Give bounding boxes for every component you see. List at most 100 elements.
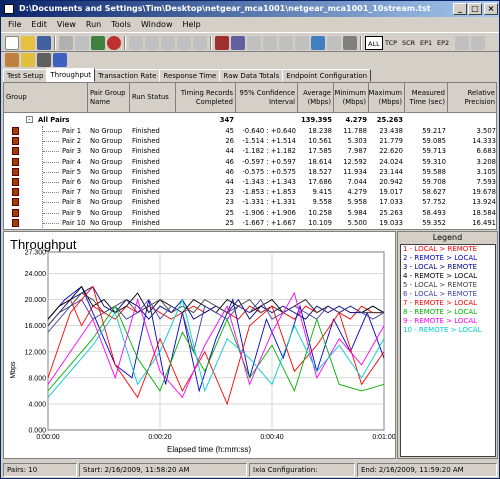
table-row[interactable]: Pair 5 No Group Finished 46 -0.575 : +0.575 1… — [4, 167, 496, 177]
open-icon[interactable] — [21, 36, 35, 50]
folder-icon[interactable] — [21, 53, 35, 67]
menu-help[interactable]: Help — [177, 20, 205, 29]
runner-icon[interactable] — [37, 53, 51, 67]
minimize-button[interactable]: _ — [453, 3, 467, 15]
pair-name: Pair 7 — [62, 188, 82, 197]
table-row[interactable]: Pair 8 No Group Finished 23 -1.331 : +1.331 9… — [4, 197, 496, 207]
menu-tools[interactable]: Tools — [106, 20, 136, 29]
filter-ep2-button[interactable]: EP2 — [435, 36, 451, 50]
col-maximum[interactable]: Maximum (Mbps) — [369, 83, 405, 113]
cell-records: 45 — [225, 127, 234, 135]
table-row[interactable]: Pair 7 No Group Finished 23 -1.853 : +1.853 9… — [4, 187, 496, 197]
cut-icon[interactable] — [59, 36, 73, 50]
tab-response-time[interactable]: Response Time — [159, 69, 221, 82]
endpoint-icon[interactable] — [5, 53, 19, 67]
table-row[interactable]: Pair 3 No Group Finished 44 -1.182 : +1.182 1… — [4, 146, 496, 156]
chart-icon[interactable] — [311, 36, 325, 50]
save-icon[interactable] — [37, 36, 51, 50]
legend-item[interactable]: 6 - LOCAL > REMOTE — [401, 290, 495, 299]
y-tick-label: 4.000 — [28, 401, 46, 408]
close-button[interactable]: × — [484, 3, 498, 15]
legend-item[interactable]: 8 - REMOTE > LOCAL — [401, 308, 495, 317]
export-icon[interactable] — [295, 36, 309, 50]
pair-name: Pair 8 — [62, 198, 82, 207]
legend-item[interactable]: 7 - REMOTE > LOCAL — [401, 299, 495, 308]
col-relative-precision[interactable]: Relative Precision — [448, 83, 496, 113]
link-icon[interactable] — [231, 36, 245, 50]
edit-icon[interactable] — [161, 36, 175, 50]
legend-item[interactable]: 5 - LOCAL > REMOTE — [401, 281, 495, 290]
cell-time: 59.310 — [422, 157, 446, 166]
table-row[interactable]: Pair 1 No Group Finished 45 -0.640 : +0.640 1… — [4, 126, 496, 136]
menu-file[interactable]: File — [3, 20, 26, 29]
col-pair-group-name[interactable]: Pair Group Name — [88, 83, 130, 113]
filter-ep1-button[interactable]: EP1 — [418, 36, 434, 50]
properties-icon[interactable] — [193, 36, 207, 50]
forward-icon[interactable] — [471, 36, 485, 50]
tab-throughput[interactable]: Throughput — [46, 68, 96, 82]
table-row[interactable]: Pair 10 No Group Finished 25 -1.667 : +1.667… — [4, 218, 496, 228]
legend-item[interactable]: 1 - LOCAL > REMOTE — [401, 245, 495, 254]
tab-raw-data-totals[interactable]: Raw Data Totals — [219, 69, 284, 82]
table-row[interactable]: Pair 6 No Group Finished 44 -1.343 : +1.343 1… — [4, 177, 496, 187]
legend-item[interactable]: 2 - REMOTE > LOCAL — [401, 254, 495, 263]
y-tick-label: 24.000 — [25, 271, 47, 278]
print-icon[interactable] — [327, 36, 341, 50]
copy-icon[interactable] — [75, 36, 89, 50]
col-measured-time[interactable]: Measured Time (sec) — [405, 83, 448, 113]
plot-area — [47, 251, 385, 431]
legend-item[interactable]: 10 - REMOTE > LOCAL — [401, 326, 495, 335]
filter-scr-button[interactable]: SCR — [400, 36, 417, 50]
cell-avg: 10.109 — [308, 218, 332, 227]
cell-max: 21.779 — [379, 137, 403, 146]
status-bar: Pairs: 10 Start: 2/16/2009, 11:58:20 AM … — [1, 462, 499, 478]
col-run-status[interactable]: Run Status — [130, 83, 176, 113]
menu-run[interactable]: Run — [81, 20, 106, 29]
report-icon[interactable] — [279, 36, 293, 50]
options-icon[interactable] — [343, 36, 357, 50]
cell-group: No Group — [90, 167, 123, 176]
legend-item[interactable]: 4 - REMOTE > LOCAL — [401, 272, 495, 281]
tab-endpoint-configuration[interactable]: Endpoint Configuration — [282, 69, 372, 82]
legend-list[interactable]: 1 - LOCAL > REMOTE 2 - REMOTE > LOCAL 3 - … — [400, 244, 496, 457]
menu-view[interactable]: View — [52, 20, 81, 29]
maximize-button[interactable]: □ — [468, 3, 482, 15]
back-icon[interactable] — [455, 36, 469, 50]
swap-icon[interactable] — [215, 36, 229, 50]
collapse-icon[interactable]: - — [26, 116, 33, 123]
table-row[interactable]: Pair 2 No Group Finished 26 -1.514 : +1.514 1… — [4, 136, 496, 146]
filter-tcp-button[interactable]: TCP — [383, 36, 399, 50]
menu-edit[interactable]: Edit — [26, 20, 52, 29]
all-pairs-row[interactable]: - All Pairs 347 139.395 4.279 25.263 — [4, 115, 496, 125]
new-icon[interactable] — [5, 36, 19, 50]
col-minimum[interactable]: Minimum (Mbps) — [334, 83, 369, 113]
network-icon[interactable] — [53, 53, 67, 67]
filter-all-button[interactable]: ALL — [365, 36, 383, 50]
delete-icon[interactable] — [177, 36, 191, 50]
add-pair-icon[interactable] — [129, 36, 143, 50]
legend-item[interactable]: 3 - LOCAL > REMOTE — [401, 263, 495, 272]
legend-item[interactable]: 9 - REMOTE > LOCAL — [401, 317, 495, 326]
col-group[interactable]: Group — [4, 83, 88, 113]
y-tick-label: 20.000 — [25, 297, 47, 304]
menu-window[interactable]: Window — [136, 20, 178, 29]
add-multicast-icon[interactable] — [145, 36, 159, 50]
col-timing-records[interactable]: Timing Records Completed — [176, 83, 236, 113]
y-tick-label: 16.000 — [25, 323, 47, 330]
filter-icon[interactable] — [263, 36, 277, 50]
stop-icon[interactable] — [107, 36, 121, 50]
table-row[interactable]: Pair 4 No Group Finished 46 -0.597 : +0.597 1… — [4, 157, 496, 167]
cell-avg: 18.238 — [308, 127, 332, 135]
tab-transaction-rate[interactable]: Transaction Rate — [94, 69, 161, 82]
run-icon[interactable] — [91, 36, 105, 50]
table-row[interactable]: Pair 9 No Group Finished 25 -1.906 : +1.906 1… — [4, 208, 496, 218]
pair-name: Pair 6 — [62, 178, 82, 186]
x-tick-label: 0:00:20 — [148, 434, 171, 441]
tab-test-setup[interactable]: Test Setup — [3, 69, 48, 82]
cell-time: 58.493 — [422, 208, 446, 217]
col-confidence-interval[interactable]: 95% Confidence Interval — [236, 83, 298, 113]
cell-records: 25 — [225, 218, 234, 227]
sort-icon[interactable] — [247, 36, 261, 50]
pair-name: Pair 3 — [62, 147, 82, 156]
col-average[interactable]: Average (Mbps) — [298, 83, 334, 113]
